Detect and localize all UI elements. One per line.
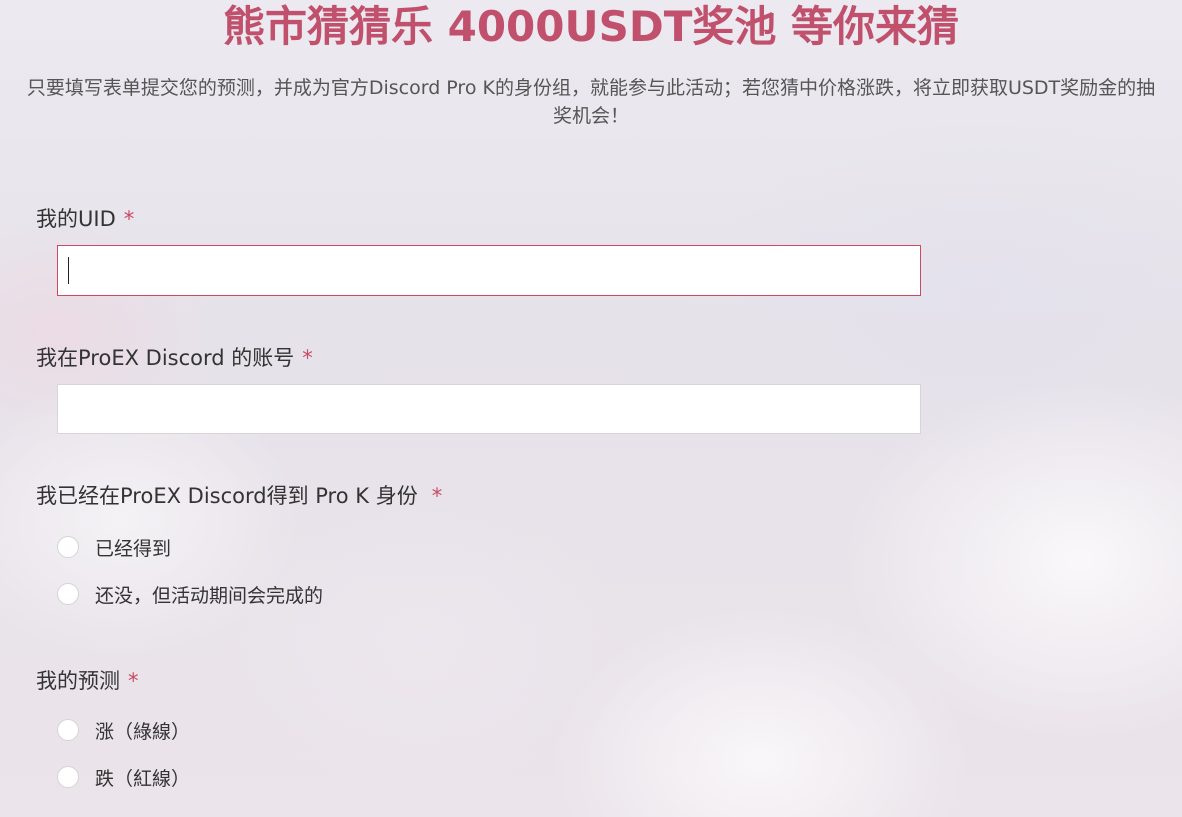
uid-label: 我的UID * <box>36 203 134 233</box>
prediction-label-text: 我的预测 <box>36 669 120 693</box>
radio-button[interactable] <box>57 766 79 788</box>
radio-option-label: 还没，但活动期间会完成的 <box>95 584 324 607</box>
discord-account-label: 我在ProEX Discord 的账号 * <box>36 342 313 372</box>
radio-option-label: 已经得到 <box>95 537 172 560</box>
required-asterisk: * <box>302 346 313 370</box>
page-title: 熊市猜猜乐 4000USDT奖池 等你来猜 <box>222 2 959 51</box>
radio-button[interactable] <box>57 583 79 605</box>
radio-option-rise[interactable]: 涨（綠線） <box>57 717 190 743</box>
pro-k-role-label-text: 我已经在ProEX Discord得到 Pro K 身份 <box>36 484 418 508</box>
text-cursor <box>68 257 69 284</box>
page-description: 只要填写表单提交您的预测，并成为官方Discord Pro K的身份组，就能参与… <box>26 77 1156 127</box>
required-asterisk: * <box>123 207 135 231</box>
radio-option-not-yet[interactable]: 还没，但活动期间会完成的 <box>57 581 323 607</box>
form-page: 熊市猜猜乐 4000USDT奖池 等你来猜 只要填写表单提交您的预测，并成为官方… <box>0 0 1182 817</box>
discord-account-label-text: 我在ProEX Discord 的账号 <box>36 346 295 370</box>
radio-option-label: 涨（綠線） <box>95 720 191 743</box>
prediction-label: 我的预测 * <box>36 665 139 695</box>
required-asterisk: * <box>431 484 443 508</box>
uid-label-text: 我的UID <box>36 207 116 231</box>
required-asterisk: * <box>128 669 139 693</box>
radio-button[interactable] <box>57 536 79 558</box>
pro-k-role-label: 我已经在ProEX Discord得到 Pro K 身份 * <box>36 480 442 510</box>
radio-option-fall[interactable]: 跌（紅線） <box>57 764 190 790</box>
radio-option-label: 跌（紅線） <box>95 767 191 790</box>
radio-button[interactable] <box>57 719 79 741</box>
uid-input[interactable] <box>57 245 921 296</box>
radio-option-already-obtained[interactable]: 已经得到 <box>57 534 171 560</box>
discord-account-input[interactable] <box>57 384 921 434</box>
